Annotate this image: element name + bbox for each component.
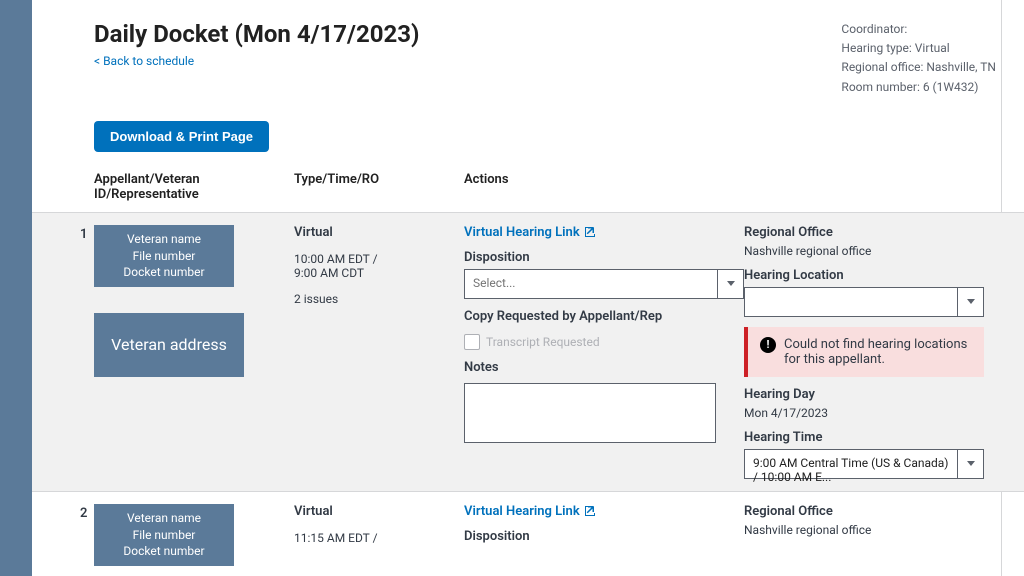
hearing-time-dropdown-button[interactable]: [958, 449, 984, 479]
disposition-dropdown-button[interactable]: [718, 269, 744, 299]
error-text: Could not find hearing locations for thi…: [784, 337, 972, 367]
hearing-time-label: Hearing Time: [744, 430, 984, 445]
docket-row: 2 Veteran name File number Docket number…: [32, 491, 1024, 576]
meta-regional-office: Regional office: Nashville, TN: [841, 58, 996, 77]
external-link-icon: [584, 505, 596, 517]
external-link-icon: [584, 226, 596, 238]
virtual-hearing-link[interactable]: Virtual Hearing Link: [464, 504, 596, 519]
hearing-type: Virtual: [294, 225, 464, 240]
meta-hearing-type: Hearing type: Virtual: [841, 39, 996, 58]
hearing-location-select[interactable]: [744, 287, 984, 317]
col-header-actions: Actions: [464, 172, 744, 202]
hearing-time-text: 10:00 AM EDT / 9:00 AM CDT: [294, 252, 464, 280]
disposition-select[interactable]: Select...: [464, 269, 744, 299]
veteran-address-box: Veteran address: [94, 313, 244, 377]
hearing-time-value: 9:00 AM Central Time (US & Canada) / 10:…: [744, 449, 958, 479]
table-header: Appellant/Veteran ID/Representative Type…: [32, 152, 1024, 212]
col-header-type: Type/Time/RO: [294, 172, 464, 202]
ro-value: Nashville regional office: [744, 244, 984, 258]
virtual-link-label: Virtual Hearing Link: [464, 225, 580, 240]
issue-count: 2 issues: [294, 292, 464, 306]
disposition-label: Disposition: [464, 529, 744, 544]
hearing-time-select[interactable]: 9:00 AM Central Time (US & Canada) / 10:…: [744, 449, 984, 479]
disposition-value: Select...: [464, 269, 718, 299]
download-print-button[interactable]: Download & Print Page: [94, 121, 269, 152]
left-rail: [0, 0, 32, 576]
transcript-checkbox[interactable]: [464, 334, 480, 350]
notes-label: Notes: [464, 360, 744, 375]
virtual-link-label: Virtual Hearing Link: [464, 504, 580, 519]
transcript-label: Transcript Requested: [486, 335, 600, 349]
chevron-down-icon: [967, 299, 975, 304]
ro-label: Regional Office: [744, 225, 984, 240]
hearing-day-value: Mon 4/17/2023: [744, 406, 984, 420]
chevron-down-icon: [727, 281, 735, 286]
row-number: 1: [80, 227, 87, 242]
page-title: Daily Docket (Mon 4/17/2023): [94, 20, 419, 48]
error-icon: !: [760, 337, 776, 353]
hearing-location-value: [744, 287, 958, 317]
back-to-schedule-link[interactable]: < Back to schedule: [94, 54, 194, 68]
disposition-label: Disposition: [464, 250, 744, 265]
virtual-hearing-link[interactable]: Virtual Hearing Link: [464, 225, 596, 240]
veteran-info-box: Veteran name File number Docket number: [94, 504, 234, 566]
location-error-alert: ! Could not find hearing locations for t…: [744, 327, 984, 377]
ro-value: Nashville regional office: [744, 523, 984, 537]
hearing-location-label: Hearing Location: [744, 268, 984, 283]
notes-textarea[interactable]: [464, 383, 716, 443]
veteran-info-box: Veteran name File number Docket number: [94, 225, 234, 287]
ro-label: Regional Office: [744, 504, 984, 519]
meta-coordinator: Coordinator:: [841, 20, 996, 39]
hearing-location-dropdown-button[interactable]: [958, 287, 984, 317]
chevron-down-icon: [967, 461, 975, 466]
col-header-appellant: Appellant/Veteran ID/Representative: [94, 172, 294, 202]
hearing-type: Virtual: [294, 504, 464, 519]
row-number: 2: [80, 506, 87, 521]
docket-row: 1 Veteran name File number Docket number…: [32, 212, 1024, 491]
docket-meta: Coordinator: Hearing type: Virtual Regio…: [841, 20, 996, 97]
copy-requested-label: Copy Requested by Appellant/Rep: [464, 309, 744, 324]
hearing-day-label: Hearing Day: [744, 387, 984, 402]
hearing-time-text: 11:15 AM EDT /: [294, 531, 464, 545]
meta-room-number: Room number: 6 (1W432): [841, 78, 996, 97]
